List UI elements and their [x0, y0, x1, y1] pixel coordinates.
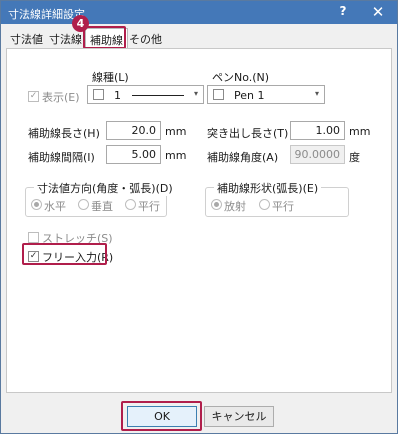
overhang-label: 突き出し長さ(T): [207, 127, 289, 140]
tab-bar: 寸法値 寸法線 補助線 その他: [1, 25, 397, 49]
direction-parallel-label: 平行: [138, 200, 160, 213]
chevron-down-icon: ▾: [314, 89, 319, 98]
shape-radial-radio[interactable]: [211, 199, 222, 210]
direction-vertical-label: 垂直: [91, 200, 113, 213]
aux-angle-unit: 度: [349, 151, 360, 164]
pen-value: Pen 1: [234, 89, 265, 102]
overhang-unit: mm: [349, 125, 371, 138]
aux-spacing-input[interactable]: 5.00: [106, 145, 161, 164]
direction-parallel-radio[interactable]: [125, 199, 136, 210]
cancel-button[interactable]: キャンセル: [204, 406, 274, 427]
aux-angle-input: 90.0000: [290, 145, 345, 164]
tab-dimension-value[interactable]: 寸法値: [10, 31, 43, 47]
callout-badge: 4: [72, 15, 89, 32]
free-input-highlight-box: [22, 243, 107, 265]
direction-horizontal-radio[interactable]: [31, 199, 42, 210]
pen-select[interactable]: Pen 1 ▾: [207, 85, 325, 104]
display-checkbox[interactable]: ✓: [28, 91, 39, 102]
pen-color-swatch: [213, 89, 224, 100]
display-label: 表示(E): [42, 91, 80, 104]
chevron-down-icon: ▾: [193, 89, 198, 98]
direction-horizontal-label: 水平: [44, 200, 66, 213]
help-button[interactable]: ?: [333, 4, 353, 21]
ok-highlight-box: [121, 401, 202, 431]
shape-parallel-label: 平行: [272, 200, 294, 213]
overhang-input[interactable]: 1.00: [290, 121, 345, 140]
aux-length-input[interactable]: 20.0: [106, 121, 161, 140]
aux-angle-label: 補助線角度(A): [207, 151, 279, 164]
aux-length-label: 補助線長さ(H): [28, 127, 100, 140]
shape-parallel-radio[interactable]: [259, 199, 270, 210]
aux-line-panel: 線種(L) ペンNo.(N) ✓ 表示(E) 1 ▾ Pen 1 ▾ 補助線長さ…: [6, 48, 392, 393]
tab-dimension-line[interactable]: 寸法線: [49, 31, 82, 47]
aux-spacing-unit: mm: [165, 149, 187, 162]
stretch-checkbox[interactable]: [28, 232, 39, 243]
title-bar: 寸法線詳細設定 ? ✕: [1, 1, 397, 24]
shape-radial-label: 放射: [224, 200, 246, 213]
linetype-color-swatch: [93, 89, 104, 100]
dialog-window: 寸法線詳細設定 ? ✕ 寸法値 寸法線 補助線 その他 4 線種(L) ペンNo…: [0, 0, 398, 434]
direction-group-title: 寸法値方向(角度・弧長)(D): [34, 180, 176, 196]
aux-spacing-label: 補助線間隔(I): [28, 151, 95, 164]
direction-vertical-radio[interactable]: [78, 199, 89, 210]
tab-highlight-box: [83, 26, 126, 49]
linetype-label: 線種(L): [92, 71, 129, 84]
close-button[interactable]: ✕: [368, 3, 388, 21]
shape-group-title: 補助線形状(弧長)(E): [214, 180, 322, 196]
pen-label: ペンNo.(N): [212, 71, 270, 84]
linetype-select[interactable]: 1 ▾: [87, 85, 204, 104]
linetype-preview-line: [132, 95, 184, 96]
linetype-value: 1: [114, 89, 121, 102]
aux-length-unit: mm: [165, 125, 187, 138]
tab-other[interactable]: その他: [129, 31, 162, 47]
